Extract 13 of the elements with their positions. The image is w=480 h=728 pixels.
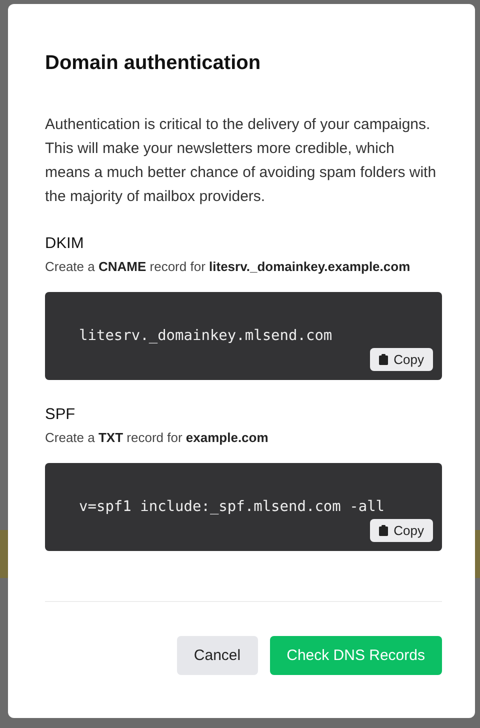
record-name: SPF [45,405,76,425]
record-value: v=spf1 include:_spf.mlsend.com -all [79,499,385,515]
clipboard-icon [378,354,388,365]
copy-button[interactable]: Copy [370,519,433,542]
cancel-button[interactable]: Cancel [176,636,258,675]
description-text: Authentication is critical to the delivery of your campaigns. This will make your newsletters more credible, which means a much better chance of avoiding spam folders with the majority of mailbox providers. [45,115,438,207]
record-value: litesrv._domainkey.mlsend.com [79,328,332,344]
record-name: DKIM [45,234,85,254]
dialog-title: Domain authentication [45,51,262,76]
clipboard-icon [378,525,388,536]
record-instruction: Create a TXT record for example.com [45,429,270,447]
copy-button[interactable]: Copy [370,348,433,371]
record-instruction: Create a CNAME record for litesrv._domainkey.example.com [45,258,412,276]
